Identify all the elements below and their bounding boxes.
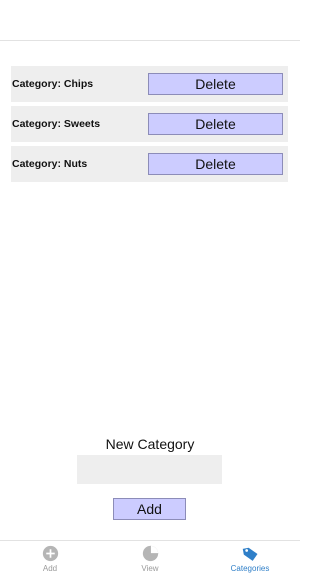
top-app-bar xyxy=(0,0,300,41)
add-circle-icon xyxy=(42,545,58,562)
add-category-button[interactable]: Add xyxy=(113,498,186,520)
tab-label: Categories xyxy=(230,564,270,573)
pie-chart-icon xyxy=(142,545,158,562)
tag-icon xyxy=(242,547,257,561)
tab-label: Add xyxy=(42,564,58,573)
delete-nuts-button[interactable]: Delete xyxy=(148,153,283,175)
category-row-sweets: Category: Sweets Delete xyxy=(11,106,288,142)
tab-view[interactable]: View xyxy=(100,541,200,576)
tab-categories[interactable]: Categories xyxy=(200,541,300,576)
tab-add[interactable]: Add xyxy=(0,541,100,576)
category-label: Category: Chips xyxy=(12,78,94,90)
new-category-input[interactable] xyxy=(77,455,222,484)
tab-label: View xyxy=(141,564,159,573)
category-row-nuts: Category: Nuts Delete xyxy=(11,146,288,182)
new-category-title: New Category xyxy=(105,436,195,452)
delete-chips-button[interactable]: Delete xyxy=(148,73,283,95)
category-label: Category: Sweets xyxy=(12,118,101,130)
category-list: Category: Chips Delete Category: Sweets … xyxy=(11,66,288,186)
bottom-tab-bar: Add View Categories xyxy=(0,540,300,576)
category-label: Category: Nuts xyxy=(12,158,88,170)
delete-sweets-button[interactable]: Delete xyxy=(148,113,283,135)
category-row-chips: Category: Chips Delete xyxy=(11,66,288,102)
